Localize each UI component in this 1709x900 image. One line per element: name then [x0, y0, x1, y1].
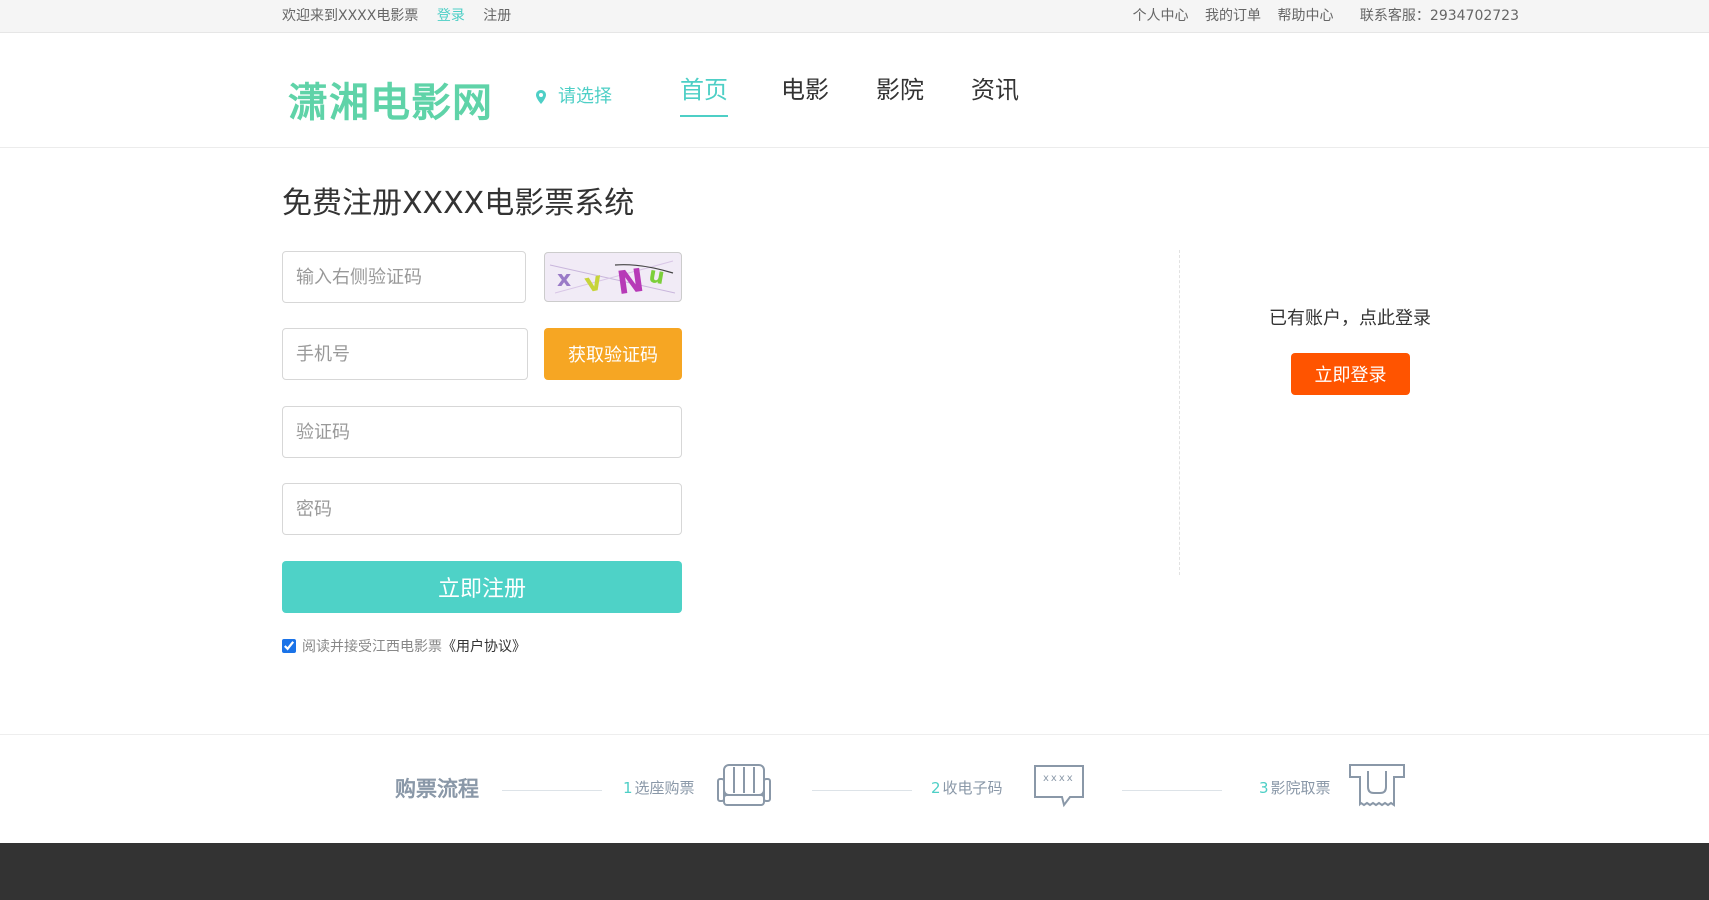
step-label: 收电子码 [942, 779, 1003, 797]
agreement-row: 阅读并接受江西电影票《用户协议》 [282, 636, 526, 656]
step-number: 2 [931, 779, 941, 797]
top-register-link[interactable]: 注册 [483, 8, 511, 24]
process-step-2: 2 收电子码 [931, 777, 1003, 798]
process-line [812, 790, 912, 791]
city-selector-label: 请选择 [558, 86, 612, 107]
svg-text:v: v [582, 266, 605, 299]
site-logo[interactable]: 潇湘电影网 [288, 70, 493, 128]
top-bar: 欢迎来到XXXX电影票 登录 注册 个人中心 我的订单 帮助中心 联系客服：29… [0, 0, 1709, 33]
have-account-text: 已有账户，点此登录 [1269, 308, 1431, 329]
nav-movies[interactable]: 电影 [781, 70, 829, 115]
process-line [502, 790, 602, 791]
nav-news[interactable]: 资讯 [971, 70, 1019, 115]
register-button[interactable]: 立即注册 [282, 561, 682, 613]
user-agreement-link[interactable]: 《用户协议》 [442, 639, 526, 655]
nav-cinemas[interactable]: 影院 [876, 70, 924, 115]
process-step-1: 1 选座购票 [623, 777, 695, 798]
captcha-text-graphic: x v N u [549, 260, 676, 302]
password-input[interactable] [282, 483, 682, 535]
phone-input[interactable] [282, 328, 528, 380]
login-now-button[interactable]: 立即登录 [1291, 353, 1410, 395]
purchase-process: 购票流程 1 选座购票 2 收电子码 xxxx 3 影院取票 [0, 734, 1709, 843]
top-login-link[interactable]: 登录 [437, 8, 465, 24]
agree-checkbox[interactable] [282, 639, 296, 653]
footer [0, 843, 1709, 900]
verification-code-input[interactable] [282, 406, 682, 458]
captcha-input[interactable] [282, 251, 526, 303]
my-orders-link[interactable]: 我的订单 [1205, 8, 1261, 24]
page-title: 免费注册XXXX电影票系统 [282, 186, 635, 221]
message-icon: xxxx [1032, 763, 1086, 809]
svg-text:N: N [615, 261, 647, 302]
message-code-text: xxxx [1043, 773, 1075, 784]
process-title: 购票流程 [395, 777, 479, 801]
get-code-button[interactable]: 获取验证码 [544, 328, 682, 380]
site-header: 潇湘电影网 请选择 首页 电影 影院 资讯 [0, 34, 1709, 148]
help-center-link[interactable]: 帮助中心 [1277, 8, 1333, 24]
step-number: 1 [623, 779, 633, 797]
svg-text:x: x [557, 267, 571, 292]
step-label: 选座购票 [634, 779, 695, 797]
welcome-text: 欢迎来到XXXX电影票 [282, 8, 419, 24]
nav-home[interactable]: 首页 [680, 70, 728, 117]
location-pin-icon [536, 90, 546, 104]
process-step-3: 3 影院取票 [1259, 777, 1331, 798]
process-line [1122, 790, 1222, 791]
step-number: 3 [1259, 779, 1269, 797]
customer-service-text: 联系客服：2934702723 [1359, 8, 1519, 24]
city-selector[interactable]: 请选择 [536, 82, 612, 108]
ticket-machine-icon [1349, 764, 1405, 807]
step-label: 影院取票 [1270, 779, 1331, 797]
captcha-image[interactable]: x v N u [544, 252, 682, 302]
agree-text: 阅读并接受江西电影票 [302, 639, 442, 655]
seat-icon [717, 764, 771, 806]
vertical-divider [1179, 250, 1180, 575]
personal-center-link[interactable]: 个人中心 [1133, 8, 1189, 24]
